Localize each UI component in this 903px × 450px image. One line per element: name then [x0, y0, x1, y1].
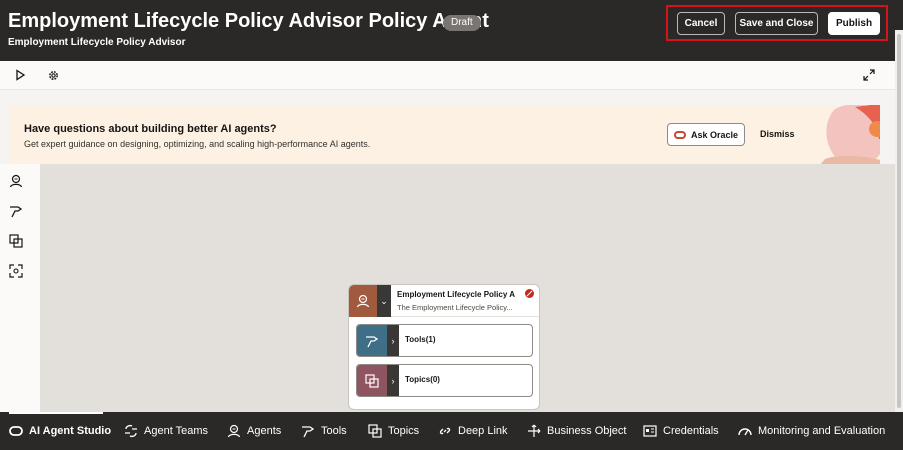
oracle-icon	[9, 424, 23, 438]
status-badge: Draft	[443, 15, 481, 31]
nav-label: Deep Link	[458, 425, 508, 437]
nav-monitoring-and-evaluation[interactable]: Monitoring and Evaluation	[738, 412, 885, 450]
agent-node-description: The Employment Lifecycle Policy...	[397, 303, 513, 312]
page-subtitle: Employment Lifecycle Policy Advisor	[8, 37, 186, 48]
banner-text: Get expert guidance on designing, optimi…	[24, 139, 371, 149]
nav-label: Agents	[247, 425, 282, 437]
tools-card[interactable]: › Tools(1)	[356, 324, 533, 357]
gear-icon[interactable]	[45, 67, 61, 83]
nav-business-object[interactable]: Business Object	[527, 412, 626, 450]
topics-label: Topics(0)	[405, 375, 440, 384]
nav-label: Business Object	[547, 425, 627, 437]
error-icon	[525, 289, 534, 298]
agent-icon	[227, 424, 241, 438]
tools-icon[interactable]	[8, 203, 24, 219]
tools-label: Tools(1)	[405, 335, 436, 344]
nav-label: AI Agent Studio	[29, 425, 112, 437]
topics-icon	[368, 424, 382, 438]
save-and-close-button[interactable]: Save and Close	[735, 12, 818, 35]
nav-agents[interactable]: Agents	[227, 412, 281, 450]
agent-node[interactable]: ⌄ Employment Lifecycle Policy Ad The Emp…	[348, 284, 540, 410]
chevron-right-icon[interactable]: ›	[387, 365, 399, 396]
nav-label: Credentials	[663, 425, 719, 437]
monitoring-icon	[738, 424, 752, 438]
expand-icon[interactable]	[861, 67, 877, 83]
agent-teams-icon	[124, 424, 138, 438]
agent-icon[interactable]	[8, 173, 24, 189]
business-object-icon	[527, 424, 541, 438]
nav-label: Topics	[388, 425, 420, 437]
nav-agent-teams[interactable]: Agent Teams	[124, 412, 208, 450]
chevron-right-icon[interactable]: ›	[387, 325, 399, 356]
cancel-button[interactable]: Cancel	[677, 12, 725, 35]
nav-topics[interactable]: Topics	[368, 412, 419, 450]
banner-title: Have questions about building better AI …	[24, 123, 277, 135]
tools-icon	[301, 424, 315, 438]
bottom-navigation: AI Agent Studio Agent Teams Agents Tools…	[0, 412, 903, 450]
deep-link-icon[interactable]	[8, 263, 24, 279]
chevron-down-icon[interactable]: ⌄	[377, 285, 391, 317]
page-header: Employment Lifecycle Policy Advisor Poli…	[0, 0, 903, 61]
agent-node-title: Employment Lifecycle Policy Ad	[397, 290, 515, 299]
topics-icon	[357, 365, 387, 396]
ask-oracle-label: Ask Oracle	[690, 129, 739, 140]
left-rail	[0, 164, 40, 412]
nav-label: Agent Teams	[144, 425, 209, 437]
nav-ai-agent-studio[interactable]: AI Agent Studio	[9, 412, 111, 450]
dismiss-button[interactable]: Dismiss	[760, 129, 795, 139]
nav-label: Tools	[321, 425, 347, 437]
credentials-icon	[643, 424, 657, 438]
publish-button[interactable]: Publish	[828, 12, 880, 35]
oracle-icon	[673, 130, 686, 139]
scrollbar-thumb[interactable]	[897, 34, 901, 408]
link-icon	[438, 424, 452, 438]
nav-credentials[interactable]: Credentials	[643, 412, 719, 450]
agent-icon	[349, 285, 377, 317]
nav-tools[interactable]: Tools	[301, 412, 347, 450]
topics-icon[interactable]	[8, 233, 24, 249]
tools-icon	[357, 325, 387, 356]
play-icon[interactable]	[12, 67, 28, 83]
ask-oracle-button[interactable]: Ask Oracle	[667, 123, 745, 146]
nav-deep-link[interactable]: Deep Link	[438, 412, 508, 450]
help-banner: Have questions about building better AI …	[9, 105, 880, 164]
nav-label: Monitoring and Evaluation	[758, 425, 886, 437]
topics-card[interactable]: › Topics(0)	[356, 364, 533, 397]
agent-node-header: ⌄ Employment Lifecycle Policy Ad The Emp…	[349, 285, 539, 317]
page-title: Employment Lifecycle Policy Advisor Poli…	[8, 10, 489, 32]
banner-illustration	[820, 105, 880, 164]
toolbar	[0, 61, 903, 90]
